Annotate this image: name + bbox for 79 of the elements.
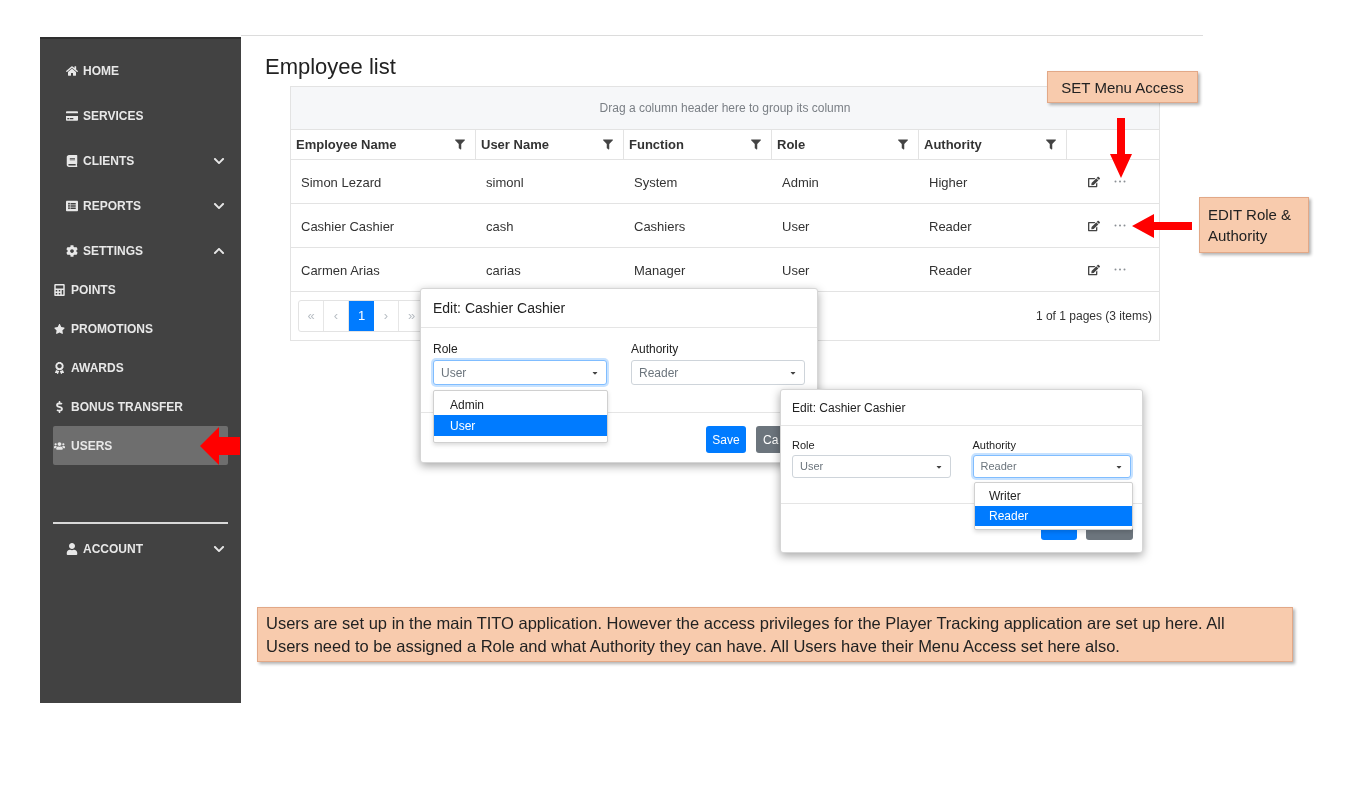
dropdown-field[interactable]: User xyxy=(433,360,607,385)
more-icon[interactable] xyxy=(1114,224,1126,227)
table-cell: cash xyxy=(486,218,514,234)
filter-icon[interactable] xyxy=(751,139,761,150)
medal-icon xyxy=(54,361,65,374)
dropdown-field[interactable]: Reader xyxy=(631,360,805,385)
group-panel-hint: Drag a column header here to group its column xyxy=(599,100,851,117)
dollar-icon xyxy=(54,400,65,413)
table-cell: Higher xyxy=(929,174,968,190)
cancel-button[interactable]: Ca xyxy=(756,426,781,453)
column-header[interactable]: User Name xyxy=(476,130,624,159)
annotation-callout: EDIT Role & Authority xyxy=(1199,197,1309,253)
table-cell: Reader xyxy=(929,218,972,234)
field-label: Authority xyxy=(972,439,1016,451)
filter-icon[interactable] xyxy=(455,139,465,150)
more-icon[interactable] xyxy=(1114,268,1126,271)
filter-icon[interactable] xyxy=(898,139,908,150)
column-header[interactable]: Employee Name xyxy=(291,130,476,159)
dropdown-option[interactable]: Writer xyxy=(975,486,1132,506)
edit-icon[interactable] xyxy=(1088,175,1100,188)
sidebar-item[interactable]: AWARDS xyxy=(53,348,228,387)
dropdown-option[interactable]: Reader xyxy=(975,506,1132,526)
field-label: Role xyxy=(433,342,458,356)
sidebar-item[interactable]: POINTS xyxy=(53,270,228,309)
table-cell: System xyxy=(634,174,678,190)
settings-icon xyxy=(66,244,78,257)
sidebar-item[interactable]: REPORTS xyxy=(40,183,241,228)
table-cell: Cashiers xyxy=(634,218,686,234)
dropdown-option[interactable]: Admin xyxy=(434,394,607,415)
column-header[interactable]: Role xyxy=(772,130,919,159)
field-label: Role xyxy=(792,439,815,451)
calculator-icon xyxy=(54,283,65,296)
left-arrow-icon xyxy=(1132,214,1192,238)
table-cell: simonl xyxy=(486,174,524,190)
edit-icon[interactable] xyxy=(1088,263,1100,276)
table-cell: User xyxy=(782,218,810,234)
star-icon xyxy=(54,322,65,335)
table-cell: Manager xyxy=(634,262,686,278)
table-cell: Admin xyxy=(782,174,819,190)
sidebar-item[interactable]: USERS xyxy=(53,426,228,465)
page-title: Employee list xyxy=(265,52,396,81)
column-header[interactable]: Authority xyxy=(919,130,1067,159)
dialog-title: Edit: Cashier Cashier xyxy=(433,298,566,318)
sidebar-item[interactable]: PROMOTIONS xyxy=(53,309,228,348)
table-cell: Reader xyxy=(929,262,972,278)
down-arrow-icon xyxy=(1110,118,1132,178)
note-callout: Users are set up in the main TITO application. However the access privileges for the Player Tracking application are set up here. All Users need to be assigned a Role and what Authority they can have. All Users have their Menu Access set here also. xyxy=(257,607,1293,662)
dialog-title: Edit: Cashier Cashier xyxy=(792,399,906,417)
list-icon xyxy=(66,199,78,212)
left-arrow-icon xyxy=(200,427,240,465)
table-cell: carias xyxy=(486,262,521,278)
user-icon xyxy=(66,542,78,555)
book-icon xyxy=(66,154,78,167)
more-icon[interactable] xyxy=(1114,180,1126,183)
table-cell: User xyxy=(782,262,810,278)
table-cell: Simon Lezard xyxy=(301,174,382,190)
page-info: 1 of 1 pages (3 items) xyxy=(1035,308,1152,325)
users-icon xyxy=(54,439,65,452)
field-label: Authority xyxy=(631,342,679,356)
filter-icon[interactable] xyxy=(1046,139,1056,150)
sidebar-item[interactable]: BONUS TRANSFER xyxy=(53,387,228,426)
dropdown-field[interactable]: Reader xyxy=(972,455,1131,478)
table-cell: Cashier Cashier xyxy=(301,218,395,234)
dropdown-option[interactable]: User xyxy=(434,415,607,436)
sidebar-item[interactable]: SERVICES xyxy=(40,93,241,138)
sidebar-item[interactable]: CLIENTS xyxy=(40,138,241,183)
card-icon xyxy=(66,109,78,122)
sidebar-item[interactable]: SETTINGS xyxy=(40,228,241,273)
sidebar-item[interactable]: HOME xyxy=(40,48,241,93)
sidebar-item[interactable]: ACCOUNT xyxy=(40,526,241,571)
column-header[interactable]: Function xyxy=(624,130,772,159)
filter-icon[interactable] xyxy=(603,139,613,150)
page-button[interactable]: 1 xyxy=(349,301,374,331)
annotation-callout: SET Menu Access xyxy=(1047,71,1198,103)
dropdown-field[interactable]: User xyxy=(792,455,951,478)
table-cell: Carmen Arias xyxy=(301,262,380,278)
home-icon xyxy=(66,64,78,77)
edit-icon[interactable] xyxy=(1088,219,1100,232)
save-button[interactable]: Save xyxy=(706,426,746,453)
